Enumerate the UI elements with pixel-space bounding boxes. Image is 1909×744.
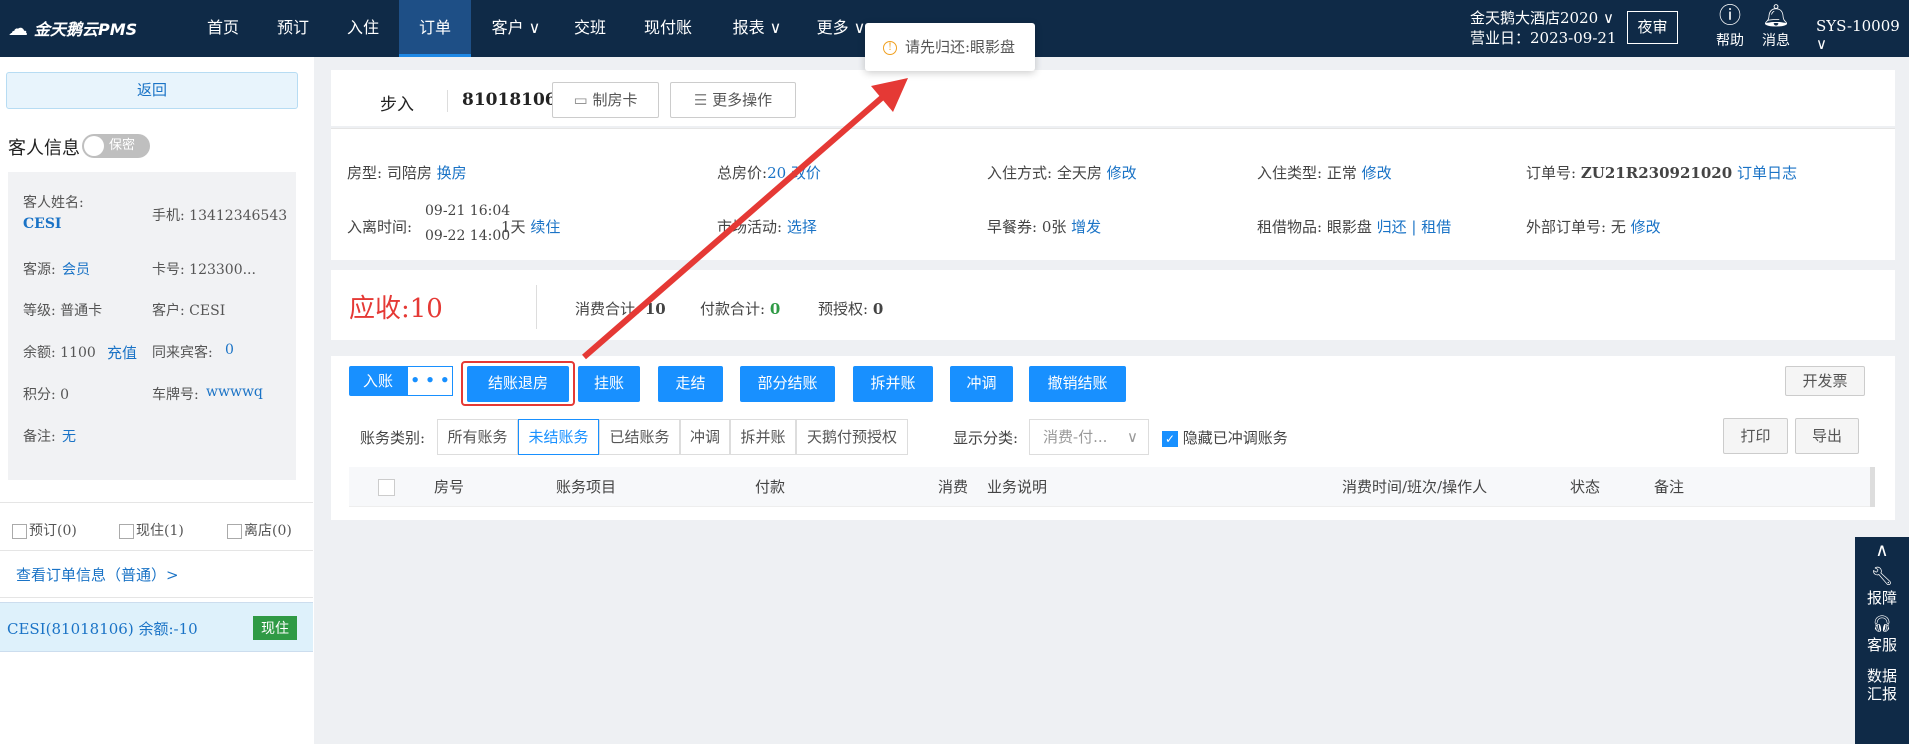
side-toolbar: ∧ 🔧︎ 报障 🎧︎ 客服 数据 汇报 bbox=[1855, 537, 1909, 744]
wrench-icon: 🔧︎ bbox=[1870, 566, 1894, 587]
arrow-head bbox=[871, 78, 908, 112]
toast-message: ! 请先归还:眼影盘 bbox=[865, 23, 1035, 71]
report-issue-button[interactable]: 报障 bbox=[1855, 587, 1909, 608]
data-report-button[interactable]: 数据 汇报 bbox=[1855, 667, 1909, 703]
collapse-up-icon[interactable]: ∧ bbox=[1855, 537, 1909, 561]
headset-icon: 🎧︎ bbox=[1871, 614, 1893, 633]
data-report-line1: 数据 bbox=[1866, 667, 1897, 685]
warning-icon: ! bbox=[883, 41, 897, 55]
data-report-line2: 汇报 bbox=[1866, 685, 1897, 703]
arrow-line bbox=[582, 92, 887, 360]
toast-text: 请先归还:眼影盘 bbox=[905, 38, 1016, 56]
annotation-arrow bbox=[582, 78, 908, 360]
customer-service-button[interactable]: 客服 bbox=[1855, 634, 1909, 655]
